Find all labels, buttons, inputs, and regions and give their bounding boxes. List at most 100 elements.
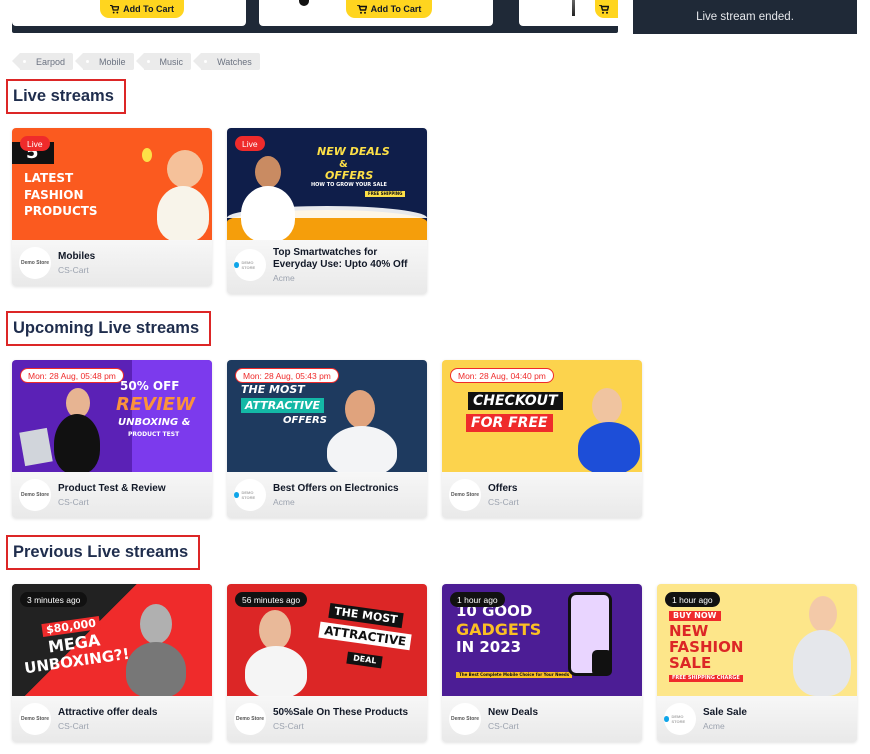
lightbulb: [142, 148, 152, 162]
vendor-name: CS-Cart: [58, 497, 89, 507]
art-text: FASHION: [24, 188, 84, 202]
add-to-cart-label: Add To Cart: [123, 4, 174, 14]
tag-earpod[interactable]: Earpod: [11, 53, 74, 70]
tag-mobile[interactable]: Mobile: [75, 53, 134, 70]
vendor-name: Acme: [273, 273, 295, 283]
live-badge: Live: [235, 136, 265, 151]
section-title-text: Previous Live streams: [13, 543, 189, 561]
store-logo: DEMO STORE: [664, 703, 696, 735]
store-logo: Demo Store: [19, 479, 51, 511]
art-text: BUY NOW: [669, 611, 721, 621]
card-footer: Demo Store New Deals CS-Cart: [442, 696, 642, 742]
section-title-text: Upcoming Live streams: [13, 319, 200, 337]
live-badge: Live: [20, 136, 50, 151]
shopping-bag: [19, 427, 53, 467]
stream-title[interactable]: Top Smartwatches for Everyday Use: Upto …: [273, 247, 421, 271]
stream-title[interactable]: Sale Sale: [703, 707, 851, 719]
add-to-cart-label: Add To Cart: [370, 4, 422, 14]
schedule-badge: Mon: 28 Aug, 05:43 pm: [235, 368, 339, 383]
stream-title[interactable]: Mobiles: [58, 251, 206, 263]
person-body: [245, 646, 307, 696]
add-to-cart-button[interactable]: Add To Cart: [346, 0, 432, 18]
art-text: FASHION: [669, 638, 744, 656]
stream-card[interactable]: THE MOST ATTRACTIVE OFFERS Mon: 28 Aug, …: [227, 360, 427, 518]
stream-card[interactable]: 5 LATEST FASHION PRODUCTS Live Demo Stor…: [12, 128, 212, 286]
section-title-live: Live streams: [6, 79, 126, 114]
stream-card[interactable]: THE MOST ATTRACTIVE DEAL 56 minutes ago …: [227, 584, 427, 742]
stream-card[interactable]: $80,000 MEGA UNBOXING?! 3 minutes ago De…: [12, 584, 212, 742]
art-text: IN 2023: [456, 638, 522, 656]
person-body: [126, 642, 186, 696]
stream-card[interactable]: NEW DEALS & OFFERS HOW TO GROW YOUR SALE…: [227, 128, 427, 294]
person-body: [793, 630, 851, 696]
stream-title[interactable]: 50%Sale On These Products: [273, 707, 421, 719]
time-ago-badge: 56 minutes ago: [235, 592, 308, 607]
art-text: NEW: [669, 622, 709, 640]
art-text: SALE: [669, 654, 712, 672]
store-logo: DEMO STORE: [234, 249, 266, 281]
person-body: [327, 426, 397, 472]
stream-title[interactable]: Attractive offer deals: [58, 707, 206, 719]
card-footer: DEMO STORE Sale Sale Acme: [657, 696, 857, 742]
stream-title[interactable]: New Deals: [488, 707, 636, 719]
product-card[interactable]: Add To Cart: [259, 0, 493, 26]
vendor-name: CS-Cart: [58, 721, 89, 731]
tag-label: Mobile: [99, 56, 126, 67]
store-logo-text: DEMO STORE: [241, 260, 256, 270]
product-card[interactable]: Add To Cart: [12, 0, 246, 26]
cart-icon: [599, 4, 609, 14]
acme-logo-icon: [664, 716, 670, 722]
store-logo: Demo Store: [449, 479, 481, 511]
add-to-cart-button[interactable]: [595, 0, 618, 18]
section-title-upcoming: Upcoming Live streams: [6, 311, 212, 346]
vendor-name: CS-Cart: [58, 265, 89, 275]
section-title-text: Live streams: [13, 87, 114, 105]
tag-label: Watches: [217, 56, 252, 67]
time-ago-badge: 3 minutes ago: [20, 592, 88, 607]
schedule-badge: Mon: 28 Aug, 04:40 pm: [450, 368, 554, 383]
stream-card[interactable]: 50% OFF REVIEW UNBOXING & PRODUCT TEST M…: [12, 360, 212, 518]
stream-card[interactable]: BUY NOW NEW FASHION SALE FREE SHIPPING C…: [657, 584, 857, 742]
card-footer: Demo Store 50%Sale On These Products CS-…: [227, 696, 427, 742]
art-text: LATEST: [24, 171, 74, 185]
art-text: UNBOXING &: [118, 417, 191, 428]
art-text: The Best Complete Mobile Choice for Your…: [456, 672, 573, 678]
tag-watches[interactable]: Watches: [193, 53, 260, 70]
art-text: NEW DEALS: [317, 145, 390, 158]
art-text: FOR FREE: [466, 414, 553, 432]
stream-ended-text: Live stream ended.: [696, 11, 794, 23]
product-card[interactable]: [519, 0, 618, 26]
tag-label: Music: [159, 56, 184, 67]
person-body: [54, 414, 100, 472]
cartoon-body: [157, 186, 209, 240]
person-body: [578, 422, 640, 472]
stream-card[interactable]: 10 GOOD GADGETS IN 2023 The Best Complet…: [442, 584, 642, 742]
person-head: [140, 604, 172, 644]
time-ago-badge: 1 hour ago: [450, 592, 505, 607]
acme-logo-icon: [234, 492, 240, 498]
stream-card[interactable]: CHECKOUT FOR FREE Mon: 28 Aug, 04:40 pm …: [442, 360, 642, 518]
add-to-cart-button[interactable]: Add To Cart: [100, 0, 184, 18]
art-text: OFFERS: [325, 169, 374, 182]
stream-title[interactable]: Best Offers on Electronics: [273, 483, 421, 495]
stream-title[interactable]: Offers: [488, 483, 636, 495]
cart-icon: [356, 4, 367, 14]
art-text: FREE SHIPPING CHARGE: [669, 675, 743, 682]
art-text: PRODUCTS: [24, 204, 98, 218]
store-logo: Demo Store: [19, 703, 51, 735]
store-logo-text: Demo Store: [450, 492, 480, 498]
art-text: THE MOST: [241, 383, 305, 396]
store-logo-text: Demo Store: [20, 492, 50, 498]
art-text: CHECKOUT: [468, 392, 563, 410]
store-logo: DEMO STORE: [234, 479, 266, 511]
store-logo-text: DEMO STORE: [241, 490, 256, 500]
store-logo-text: Demo Store: [20, 260, 50, 266]
person-head: [255, 156, 281, 188]
pen-image: [572, 0, 575, 16]
card-footer: Demo Store Attractive offer deals CS-Car…: [12, 696, 212, 742]
store-logo-text: Demo Store: [450, 716, 480, 722]
store-logo: Demo Store: [19, 247, 51, 279]
earbud-image: [299, 0, 309, 6]
tag-music[interactable]: Music: [135, 53, 192, 70]
stream-title[interactable]: Product Test & Review: [58, 483, 206, 495]
